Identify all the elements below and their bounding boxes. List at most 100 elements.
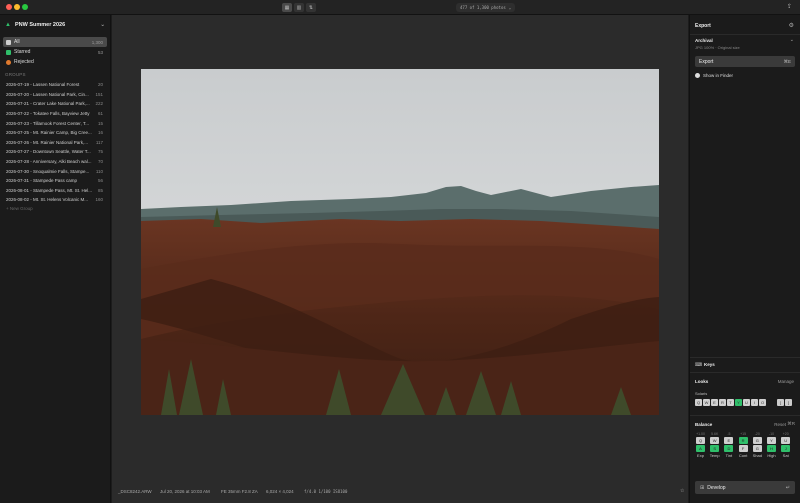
minimize-window-button[interactable] xyxy=(14,4,20,10)
export-preset-name: Archival xyxy=(695,38,713,43)
group-label: 2026-07-30 - Snoqualmie Falls, Stampe... xyxy=(6,168,90,174)
star-icon[interactable]: ☆ xyxy=(680,488,684,494)
group-count: 75 xyxy=(97,149,103,155)
decrease-key[interactable]: A xyxy=(696,445,705,452)
look-key[interactable]: I xyxy=(751,399,758,406)
look-key[interactable]: O xyxy=(759,399,766,406)
radio-icon xyxy=(695,73,700,78)
library-selector[interactable]: ▲ PNW Summer 2026 ⌄ xyxy=(5,19,107,31)
group-item[interactable]: 2026-07-19 - Lassen National Forest 20 xyxy=(3,80,107,90)
compare-view-icon[interactable]: ▥ xyxy=(294,3,304,12)
look-key[interactable]: W xyxy=(703,399,710,406)
group-item[interactable]: 2026-07-28 - Anniversary, Alki Beach wal… xyxy=(3,157,107,167)
group-count: 56 xyxy=(97,178,103,184)
look-key[interactable]: E xyxy=(711,399,718,406)
increase-key[interactable]: Y xyxy=(767,437,776,444)
divider xyxy=(690,372,800,373)
group-item[interactable]: 2026-08-02 - Mt. St. Helens Volcanic M..… xyxy=(3,195,107,205)
filter-all[interactable]: All 1,300 xyxy=(3,37,107,47)
group-item[interactable]: 2026-07-30 - Snoqualmie Falls, Stampe...… xyxy=(3,166,107,176)
group-item[interactable]: 2026-07-22 - Tokatee Falls, Bayview Jett… xyxy=(3,109,107,119)
look-key[interactable]: R xyxy=(719,399,726,406)
group-count: 85 xyxy=(97,187,103,193)
next-look-button[interactable]: ] xyxy=(785,399,792,406)
chevron-down-icon: ⌄ xyxy=(100,22,105,28)
balance-heading: Balance xyxy=(695,422,713,427)
balance-column: 5.6K W S Temp xyxy=(709,432,720,458)
new-group-button[interactable]: + New Group xyxy=(6,206,33,211)
grid-view-icon[interactable]: ▦ xyxy=(282,3,292,12)
decrease-key[interactable]: S xyxy=(710,445,720,452)
gear-icon[interactable]: ⚙ xyxy=(789,22,794,29)
increase-key[interactable]: E xyxy=(724,437,734,444)
exposure-info: f/4.0 1/100 ISO100 xyxy=(304,488,348,494)
increase-key[interactable]: W xyxy=(710,437,720,444)
photo-canvas[interactable] xyxy=(141,69,659,415)
group-item[interactable]: 2026-07-25 - Mt. Rainier Camp, Big Cree.… xyxy=(3,128,107,138)
look-key[interactable]: Y xyxy=(735,399,742,406)
group-item[interactable]: 2026-07-21 - Crater Lake National Park,.… xyxy=(3,99,107,109)
group-label: 2026-07-26 - Mt. Rainier National Park,.… xyxy=(6,139,89,145)
filter-rejected[interactable]: Rejected xyxy=(3,57,107,67)
looks-heading: Looks xyxy=(695,379,709,384)
library-sidebar: ▲ PNW Summer 2026 ⌄ All 1,300 Starred 53… xyxy=(0,15,111,503)
group-item[interactable]: 2026-08-01 - Stampede Pass, Mt. St. Hel.… xyxy=(3,186,107,196)
decrease-key[interactable]: J xyxy=(781,445,791,452)
divider xyxy=(690,34,800,35)
chevron-down-icon[interactable]: ⌄ xyxy=(790,37,794,43)
group-label: 2026-07-23 - Tillamook Forest Center, T.… xyxy=(6,120,89,126)
increase-key[interactable]: G xyxy=(752,437,762,444)
decrease-key[interactable]: F xyxy=(738,445,748,452)
close-window-button[interactable] xyxy=(6,4,12,10)
show-in-finder-label: Show in Finder xyxy=(703,73,734,78)
balance-column: +15 R F Cont xyxy=(738,432,749,458)
balance-column: -5 E D Tint xyxy=(723,432,734,458)
decrease-key[interactable]: H xyxy=(767,445,776,452)
group-count: 16 xyxy=(97,130,103,136)
export-button-label: Export xyxy=(699,58,714,65)
look-preset-name: Solaris xyxy=(695,391,708,396)
look-key[interactable]: Q xyxy=(695,399,702,406)
rotate-icon[interactable]: ⇅ xyxy=(306,3,316,12)
group-item[interactable]: 2026-07-31 - Stampede Pass camp 56 xyxy=(3,176,107,186)
export-button[interactable]: Export ⌘E xyxy=(695,56,795,67)
balance-label: Exp xyxy=(697,453,704,458)
show-in-finder-toggle[interactable]: Show in Finder xyxy=(695,73,733,78)
group-count: 151 xyxy=(95,91,103,97)
look-key[interactable]: U xyxy=(743,399,750,406)
landscape-photo xyxy=(141,69,659,415)
reset-balance-link[interactable]: Reset xyxy=(774,422,786,427)
group-count: 20 xyxy=(97,82,103,88)
zoom-window-button[interactable] xyxy=(22,4,28,10)
export-shortcut: ⌘E xyxy=(783,58,791,64)
group-label: 2026-07-27 - Downtown Seattle, Water T..… xyxy=(6,149,91,155)
decrease-key[interactable]: G xyxy=(752,445,762,452)
increase-key[interactable]: U xyxy=(781,437,791,444)
balance-label: Sat xyxy=(782,453,789,458)
manage-looks-link[interactable]: Manage xyxy=(778,379,794,384)
increase-key[interactable]: Q xyxy=(696,437,705,444)
group-item[interactable]: 2026-07-23 - Tillamook Forest Center, T.… xyxy=(3,118,107,128)
capture-date: Jul 20, 2026 at 10:03 AM xyxy=(160,488,210,494)
balance-column: +1.00 Q A Exp xyxy=(695,432,706,458)
group-count: 222 xyxy=(95,101,103,107)
group-item[interactable]: 2026-07-20 - Lassen National Park, Cin..… xyxy=(3,90,107,100)
group-count: 70 xyxy=(97,159,103,165)
develop-button[interactable]: ⊞ Develop ↵ xyxy=(695,481,795,494)
share-icon[interactable]: ⇪ xyxy=(785,3,794,12)
look-keys: QWERTYUIO xyxy=(695,399,767,406)
increase-key[interactable]: R xyxy=(738,437,748,444)
decrease-key[interactable]: D xyxy=(724,445,734,452)
group-label: 2026-07-21 - Crater Lake National Park,.… xyxy=(6,101,90,107)
divider xyxy=(690,357,800,358)
filter-count: 1,300 xyxy=(91,39,103,45)
return-key-icon: ↵ xyxy=(785,484,790,491)
photo-count-dropdown[interactable]: 477 of 1,300 photos ⌄ xyxy=(456,3,516,12)
group-item[interactable]: 2026-07-27 - Downtown Seattle, Water T..… xyxy=(3,147,107,157)
filter-starred[interactable]: Starred 53 xyxy=(3,47,107,57)
look-key[interactable]: T xyxy=(727,399,734,406)
prev-look-button[interactable]: [ xyxy=(777,399,784,406)
balance-label: High xyxy=(767,453,776,458)
group-item[interactable]: 2026-07-26 - Mt. Rainier National Park,.… xyxy=(3,138,107,148)
new-group-label: New Group xyxy=(9,206,33,211)
